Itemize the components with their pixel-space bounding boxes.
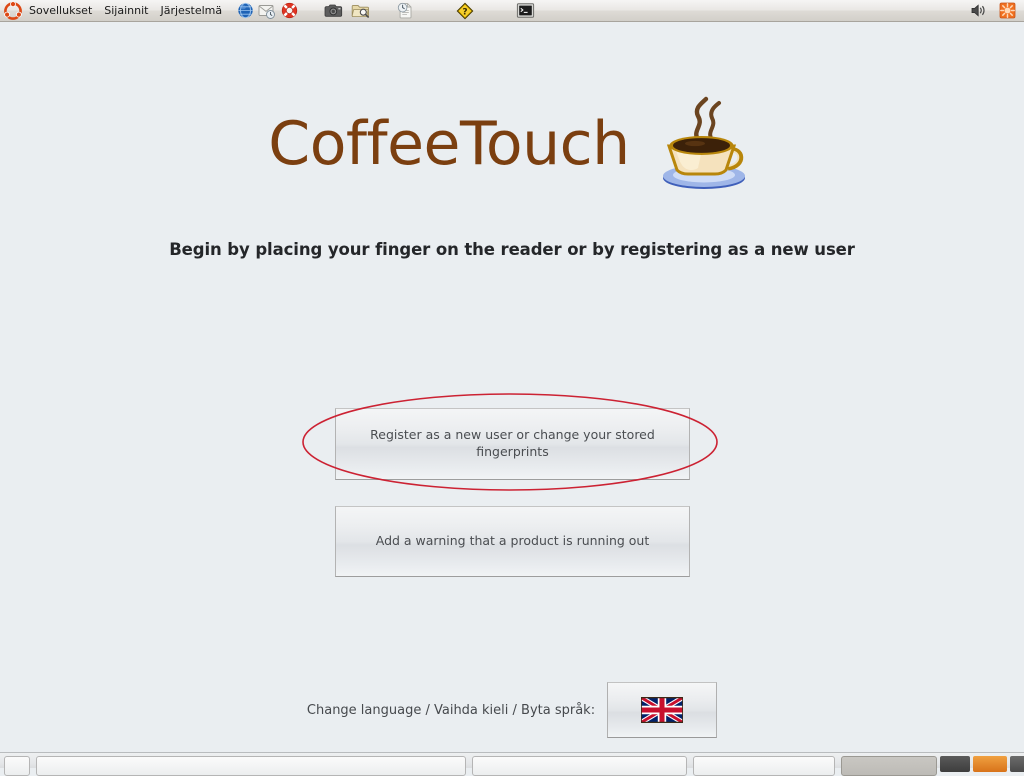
folder-search-icon xyxy=(351,4,370,18)
ubuntu-logo-icon[interactable] xyxy=(4,1,22,20)
launcher-file-search[interactable] xyxy=(350,0,372,22)
yellow-diamond-question-icon: ? xyxy=(456,2,474,19)
add-warning-button[interactable]: Add a warning that a product is running … xyxy=(335,506,690,577)
language-label: Change language / Vaihda kieli / Byta sp… xyxy=(306,702,596,718)
launcher-screenshot[interactable] xyxy=(322,0,344,22)
menu-sovellukset[interactable]: Sovellukset xyxy=(23,0,98,21)
lifebuoy-help-icon xyxy=(281,2,297,19)
page-title: CoffeeTouch xyxy=(268,109,630,179)
launcher-question[interactable]: ? xyxy=(454,0,476,22)
volume-speaker-icon xyxy=(971,4,985,17)
tray-chunk[interactable] xyxy=(1010,756,1024,772)
document-clock-icon xyxy=(397,2,412,19)
update-manager-icon xyxy=(999,2,1015,19)
tray-volume[interactable] xyxy=(968,0,990,22)
camera-icon xyxy=(324,4,342,17)
language-selector-row: Change language / Vaihda kieli / Byta sp… xyxy=(0,682,1024,738)
tray-chunk[interactable] xyxy=(940,756,970,772)
union-jack-flag-icon xyxy=(641,697,684,723)
language-flag-button[interactable] xyxy=(607,682,718,738)
svg-text:?: ? xyxy=(463,7,468,17)
menu-jarjestelma[interactable]: Järjestelmä xyxy=(154,0,228,21)
globe-browser-icon xyxy=(237,2,253,19)
task-button[interactable] xyxy=(36,756,466,776)
show-desktop-button[interactable] xyxy=(4,756,30,776)
launcher-terminal[interactable] xyxy=(514,0,536,22)
register-button-label: Register as a new user or change your st… xyxy=(370,427,655,459)
task-button[interactable] xyxy=(841,756,937,776)
launcher-mail[interactable] xyxy=(256,0,278,22)
task-button[interactable] xyxy=(472,756,687,776)
terminal-icon xyxy=(516,3,534,18)
app-header: CoffeeTouch xyxy=(0,94,1024,194)
tray-chunk[interactable] xyxy=(973,756,1007,772)
register-button[interactable]: Register as a new user or change your st… xyxy=(335,408,690,480)
add-warning-button-label: Add a warning that a product is running … xyxy=(375,533,650,549)
instruction-text: Begin by placing your finger on the read… xyxy=(169,240,855,259)
top-panel: Sovellukset Sijainnit Järjestelmä ? xyxy=(0,0,1024,22)
launcher-recent-documents[interactable] xyxy=(394,0,416,22)
menu-sijainnit[interactable]: Sijainnit xyxy=(98,0,154,21)
launcher-web-browser[interactable] xyxy=(234,0,256,22)
coffee-cup-icon xyxy=(662,96,745,189)
tray-update-manager[interactable] xyxy=(996,0,1018,22)
task-button[interactable] xyxy=(693,756,835,776)
bottom-taskbar xyxy=(0,752,1024,776)
coffeetouch-app-window: CoffeeTouch Begin by placing your finger… xyxy=(0,22,1024,752)
mail-clock-icon xyxy=(258,4,276,19)
launcher-help[interactable] xyxy=(278,0,300,22)
